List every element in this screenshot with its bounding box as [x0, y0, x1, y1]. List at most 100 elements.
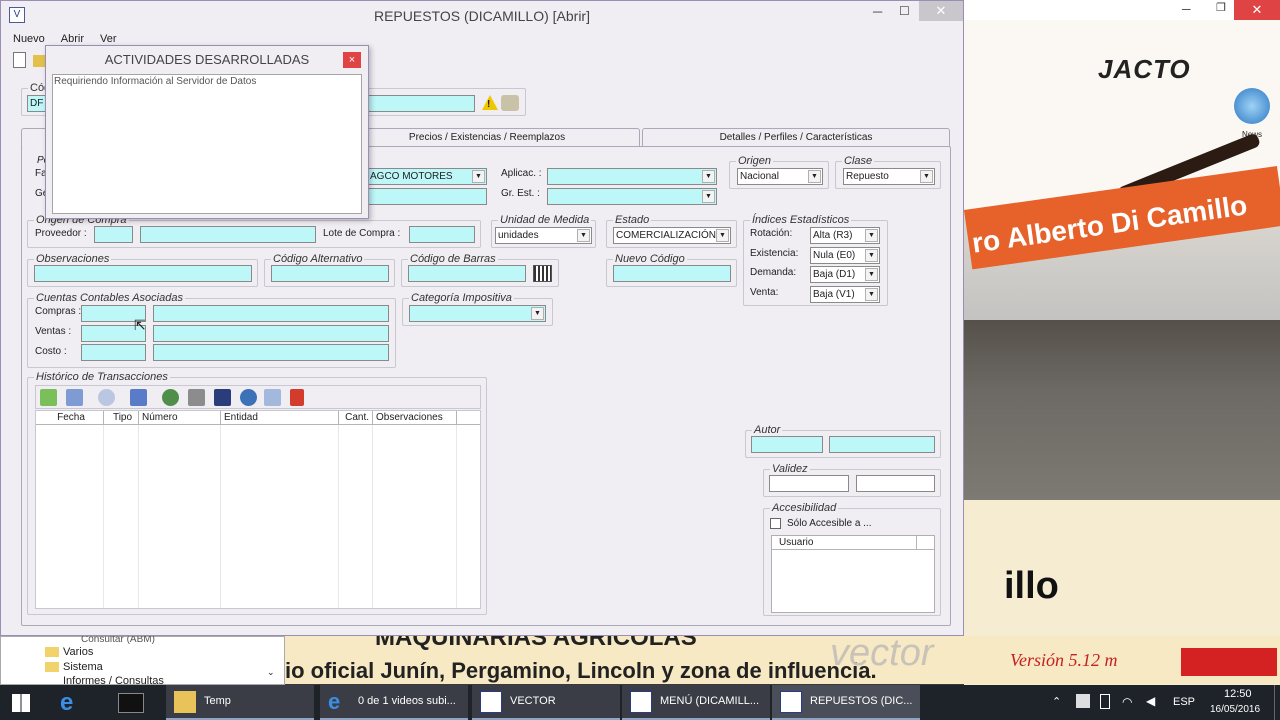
task-temp[interactable]: Temp [166, 685, 314, 720]
minimize-icon[interactable]: ─ [873, 4, 882, 19]
marca-combo[interactable]: AGCO MOTORES ▼ [367, 168, 487, 185]
lote-field[interactable] [409, 226, 475, 243]
col-tipo[interactable]: Tipo [104, 411, 139, 425]
export-icon[interactable] [240, 389, 257, 406]
battery-icon[interactable] [1100, 694, 1110, 709]
ie-icon[interactable]: e [60, 691, 86, 715]
grest-combo[interactable]: ▼ [547, 188, 717, 205]
bg-close-icon[interactable]: ✕ [1234, 0, 1280, 20]
dropdown-arrow-icon[interactable]: ▼ [716, 229, 729, 242]
scroll-down-icon[interactable]: ⌄ [267, 667, 275, 678]
mouse-cursor-icon: ⇱ [134, 317, 146, 333]
news-globe-icon[interactable] [1234, 88, 1270, 124]
col-numero[interactable]: Número [139, 411, 221, 425]
refresh-icon[interactable] [40, 389, 57, 406]
save-icon[interactable] [214, 389, 231, 406]
task-browser[interactable]: e0 de 1 videos subi... [320, 685, 468, 720]
observaciones-field[interactable] [34, 265, 252, 282]
show-desktop-button[interactable] [1274, 685, 1280, 720]
unidad-combo[interactable]: unidades ▼ [495, 227, 592, 244]
maximize-icon[interactable]: ☐ [899, 4, 910, 18]
ventas-name-field[interactable] [153, 325, 389, 342]
new-document-icon[interactable] [13, 52, 26, 68]
costo-name-field[interactable] [153, 344, 389, 361]
clase-combo[interactable]: Repuesto ▼ [843, 168, 935, 185]
demanda-combo[interactable]: Baja (D1) ▼ [810, 266, 880, 283]
proveedor-name-field[interactable] [140, 226, 316, 243]
print-icon[interactable] [188, 389, 205, 406]
bg-restore-icon[interactable]: ❐ [1216, 1, 1226, 14]
web-icon[interactable] [162, 389, 179, 406]
notifications-icon[interactable] [1076, 694, 1090, 708]
origen-combo[interactable]: Nacional ▼ [737, 168, 823, 185]
col-fecha[interactable]: Fecha [36, 411, 104, 425]
historico-grid[interactable]: Fecha Tipo Número Entidad Cant. Observac… [35, 410, 481, 609]
costo-code-field[interactable] [81, 344, 146, 361]
dropdown-arrow-icon[interactable]: ▼ [865, 288, 878, 301]
dropdown-arrow-icon[interactable]: ▼ [577, 229, 590, 242]
tree-item[interactable]: Informes / Consultas [63, 675, 164, 685]
nuevo-codigo-field[interactable] [613, 265, 731, 282]
dropdown-arrow-icon[interactable]: ▼ [702, 190, 715, 203]
proveedor-code-field[interactable] [94, 226, 133, 243]
language-indicator[interactable]: ESP [1173, 696, 1195, 708]
dropdown-arrow-icon[interactable]: ▼ [865, 249, 878, 262]
compras-name-field[interactable] [153, 305, 389, 322]
codigo-alternativo-field[interactable] [271, 265, 389, 282]
pdf-icon[interactable] [290, 389, 304, 406]
categoria-combo[interactable]: ▼ [409, 305, 546, 322]
dropdown-arrow-icon[interactable]: ▼ [865, 229, 878, 242]
volume-icon[interactable]: ◀ [1146, 694, 1155, 708]
task-menu[interactable]: MENÚ (DICAMILL... [622, 685, 770, 720]
tab-detalles[interactable]: Detalles / Perfiles / Características [642, 128, 950, 146]
estado-combo[interactable]: COMERCIALIZACIÓN ▼ [613, 227, 731, 244]
autor-name-field[interactable] [829, 436, 935, 453]
show-hidden-icons-icon[interactable]: ⌃ [1052, 695, 1061, 708]
usuarios-grid[interactable]: Usuario [771, 535, 935, 613]
search-icon[interactable] [98, 389, 115, 406]
dropdown-arrow-icon[interactable]: ▼ [920, 170, 933, 183]
wifi-icon[interactable]: ◠ [1122, 695, 1132, 709]
grupo-field[interactable] [367, 188, 487, 205]
codigo-field[interactable]: DF [27, 95, 47, 112]
col-usuario[interactable]: Usuario [772, 536, 917, 550]
clock-time[interactable]: 12:50 [1224, 688, 1252, 700]
task-repuestos[interactable]: REPUESTOS (DIC... [772, 685, 920, 720]
close-icon[interactable]: ✕ [919, 1, 963, 21]
tree-item[interactable]: Sistema [63, 661, 103, 673]
existencia-combo[interactable]: Nula (E0) ▼ [810, 247, 880, 264]
lookup-icon[interactable] [501, 95, 519, 111]
col-entidad[interactable]: Entidad [221, 411, 339, 425]
titlebar: V REPUESTOS (DICAMILLO) [Abrir] ─ ☐ ✕ [1, 1, 963, 31]
banner-headline: MAQUINARIAS AGRICOLAS [375, 636, 697, 651]
start-icon[interactable] [12, 694, 30, 712]
tree-item[interactable]: Varios [63, 646, 93, 658]
cmd-icon[interactable] [118, 693, 144, 713]
autor-code-field[interactable] [751, 436, 823, 453]
dropdown-arrow-icon[interactable]: ▼ [702, 170, 715, 183]
validez-desde-field[interactable] [769, 475, 849, 492]
barcode-icon[interactable] [533, 265, 552, 282]
dropdown-arrow-icon[interactable]: ▼ [472, 170, 485, 183]
task-vector[interactable]: VECTOR [472, 685, 620, 720]
codigo-barras-field[interactable] [408, 265, 526, 282]
dropdown-arrow-icon[interactable]: ▼ [531, 307, 544, 320]
bg-minimize-icon[interactable]: ─ [1182, 2, 1191, 16]
dialog-close-icon[interactable]: × [343, 52, 361, 68]
clock-date[interactable]: 16/05/2016 [1210, 704, 1260, 715]
validez-hasta-field[interactable] [856, 475, 935, 492]
aplicac-combo[interactable]: ▼ [547, 168, 717, 185]
dropdown-arrow-icon[interactable]: ▼ [865, 268, 878, 281]
columns-icon[interactable] [130, 389, 147, 406]
tab-precios[interactable]: Precios / Existencias / Reemplazos [334, 128, 640, 146]
menu-nuevo[interactable]: Nuevo [13, 31, 45, 47]
mail-icon[interactable] [264, 389, 281, 406]
venta-combo[interactable]: Baja (V1) ▼ [810, 286, 880, 303]
dropdown-arrow-icon[interactable]: ▼ [808, 170, 821, 183]
rotacion-combo[interactable]: Alta (R3) ▼ [810, 227, 880, 244]
col-cant[interactable]: Cant. [339, 411, 373, 425]
col-observaciones[interactable]: Observaciones [373, 411, 457, 425]
descripcion-field[interactable] [367, 95, 475, 112]
solo-accesible-checkbox[interactable] [770, 518, 781, 529]
browse-icon[interactable] [66, 389, 83, 406]
